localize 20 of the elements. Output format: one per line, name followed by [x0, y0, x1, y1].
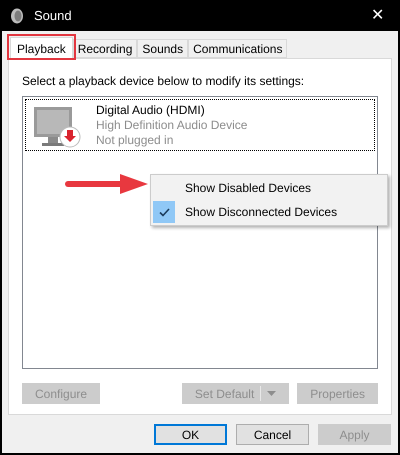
tab[interactable]: Playback [10, 37, 73, 59]
speaker-icon [10, 8, 24, 24]
close-button[interactable]: ✕ [365, 6, 390, 26]
device-description: High Definition Audio Device [96, 118, 248, 132]
device-name: Digital Audio (HDMI) [96, 103, 206, 117]
tab[interactable]: Communications [188, 39, 288, 58]
device-status: Not plugged in [96, 133, 174, 147]
menu-item[interactable]: Show Disabled Devices [153, 177, 385, 199]
tab[interactable]: Sounds [137, 39, 188, 58]
tab[interactable]: Recording [72, 39, 138, 58]
checkmark-icon [158, 208, 170, 216]
menu-item[interactable]: Show Disconnected Devices [153, 201, 385, 223]
caret-icon [267, 391, 276, 396]
device-item[interactable]: Digital Audio (HDMI) High Definition Audio Device Not plugged in [25, 99, 375, 151]
instruction-text: Select a playback device below to modify its settings: [22, 74, 306, 88]
window-title: Sound [34, 8, 73, 23]
dialog-button[interactable]: Cancel [236, 424, 309, 445]
dialog-button[interactable]: OK [154, 424, 227, 445]
menu-item-label: Show Disabled Devices [185, 181, 312, 195]
menu-item-label: Show Disconnected Devices [185, 205, 338, 219]
